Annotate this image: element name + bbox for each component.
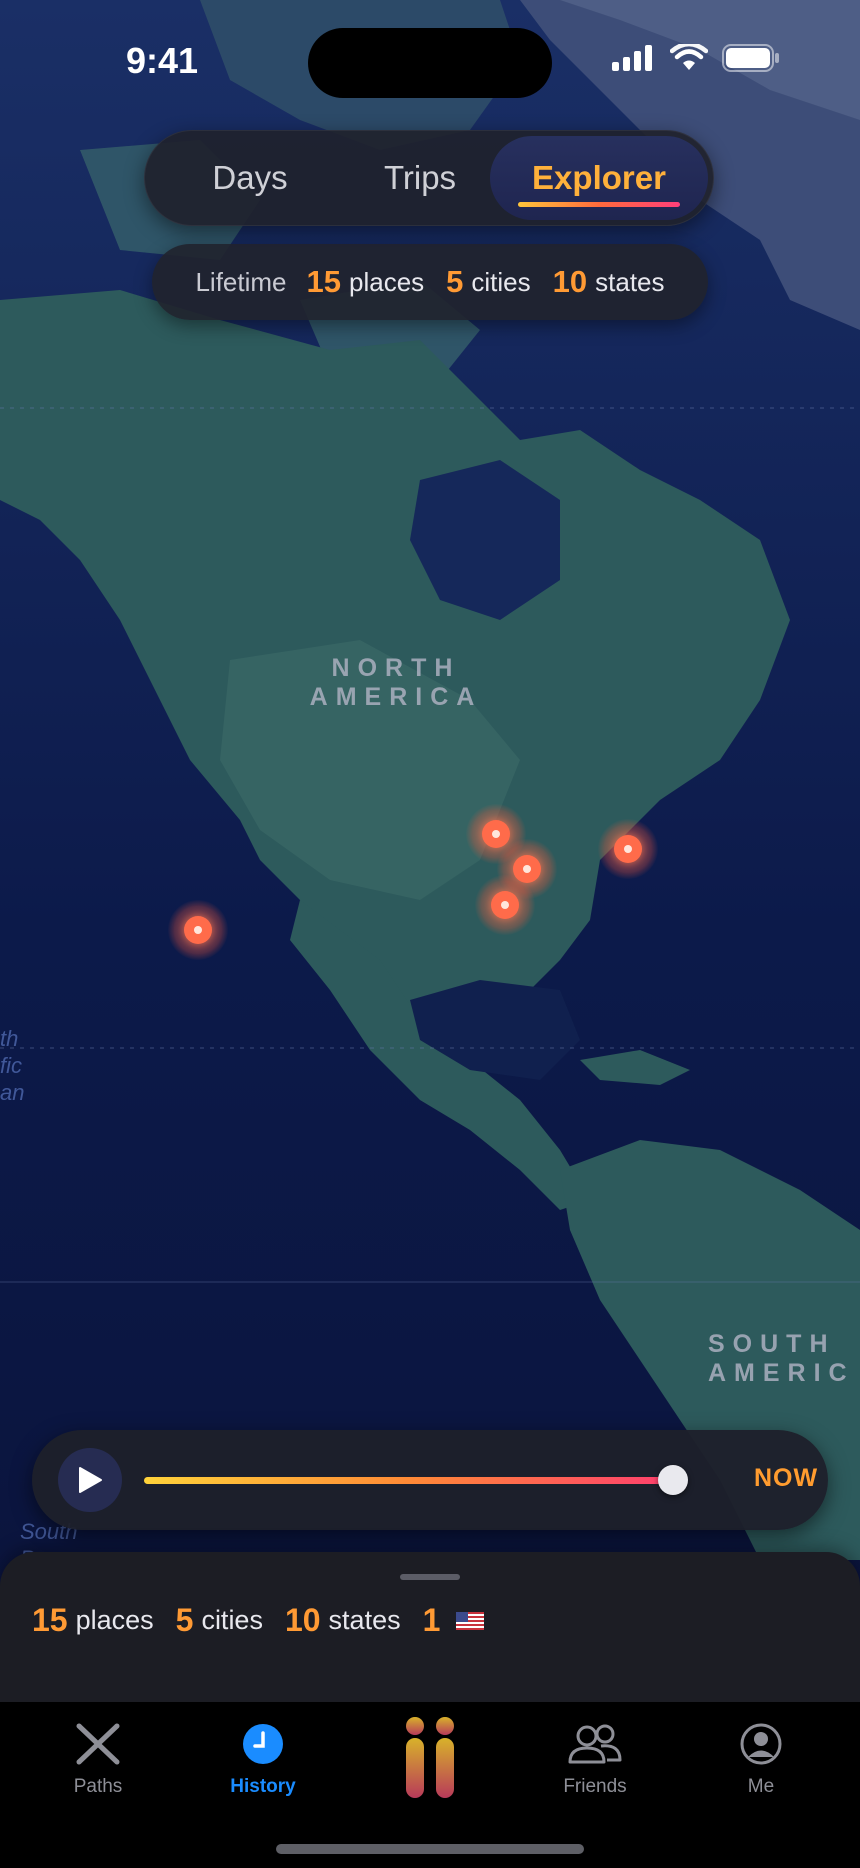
tab-trips[interactable]: Trips — [340, 130, 500, 226]
pacific-ocean-label: th fic an — [0, 1026, 25, 1105]
sheet-places-count: 15 — [32, 1602, 68, 1638]
battery-icon — [722, 44, 779, 72]
tab-history-label: History — [230, 1776, 296, 1797]
timeline-player: NOW — [32, 1430, 828, 1530]
sheet-stats-row: 15 places 5 cities 10 states 1 — [32, 1602, 485, 1639]
wifi-icon — [670, 44, 708, 70]
status-time: 9:41 — [126, 40, 199, 81]
lifetime-cities-unit: cities — [471, 266, 531, 297]
status-bar: 9:41 — [0, 0, 860, 120]
tab-history[interactable]: History — [188, 1716, 338, 1798]
app-logo-icon — [406, 1717, 454, 1798]
tab-me-label: Me — [747, 1776, 775, 1797]
lifetime-places-unit: places — [349, 266, 425, 297]
lifetime-states-count: 10 — [552, 264, 588, 299]
tab-paths[interactable]: Paths — [23, 1716, 173, 1798]
lifetime-label: Lifetime — [195, 266, 287, 297]
tab-friends[interactable]: Friends — [520, 1716, 670, 1798]
sheet-drag-handle[interactable] — [400, 1574, 460, 1580]
home-indicator — [276, 1844, 584, 1854]
friends-icon — [568, 1724, 622, 1764]
sheet-places-unit: places — [75, 1605, 154, 1635]
selected-tab-underline — [518, 202, 680, 207]
sheet-cities-count: 5 — [175, 1602, 194, 1638]
lifetime-states-unit: states — [595, 266, 665, 297]
tab-app-home[interactable] — [355, 1716, 505, 1802]
tab-friends-label: Friends — [563, 1776, 627, 1797]
lifetime-cities-count: 5 — [446, 264, 464, 299]
north-america-label: NORTH AMERICA — [309, 654, 483, 711]
dynamic-island — [308, 28, 552, 98]
timeline-slider-knob[interactable] — [658, 1465, 688, 1495]
tab-days[interactable]: Days — [170, 130, 330, 226]
timeline-slider-track[interactable] — [144, 1477, 672, 1484]
sheet-states-unit: states — [328, 1605, 401, 1635]
now-label[interactable]: NOW — [754, 1464, 818, 1493]
cellular-signal-icon — [612, 45, 652, 71]
pin-midwest-3[interactable] — [475, 875, 535, 935]
sheet-cities-unit: cities — [201, 1605, 263, 1635]
history-clock-icon — [243, 1724, 283, 1764]
south-america-label: SOUTH AMERIC — [708, 1330, 855, 1387]
pin-east-coast[interactable] — [598, 819, 658, 879]
view-mode-segmented-control: Days Trips Explorer — [144, 130, 714, 226]
lifetime-stats-pill: Lifetime 15 places 5 cities 10 states — [152, 244, 708, 320]
sheet-countries-count: 1 — [422, 1602, 441, 1638]
summary-bottom-sheet[interactable]: 15 places 5 cities 10 states 1 — [0, 1552, 860, 1702]
tab-me[interactable]: Me — [686, 1716, 836, 1798]
play-button[interactable] — [58, 1448, 122, 1512]
play-icon — [79, 1467, 102, 1493]
us-flag-icon — [456, 1611, 485, 1630]
sheet-states-count: 10 — [284, 1602, 321, 1638]
pin-west-coast[interactable] — [168, 900, 228, 960]
tab-explorer[interactable]: Explorer — [490, 136, 708, 220]
bottom-tab-bar: Paths History Friends Me — [0, 1702, 860, 1868]
tab-paths-label: Paths — [73, 1776, 123, 1797]
paths-icon — [76, 1723, 120, 1765]
profile-icon — [740, 1723, 782, 1765]
lifetime-places-count: 15 — [306, 264, 341, 299]
